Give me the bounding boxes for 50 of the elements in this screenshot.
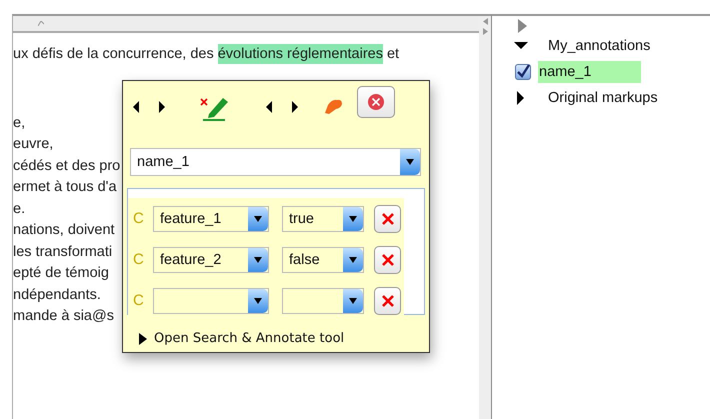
caret-icon [254, 256, 262, 262]
tree-item[interactable]: My_annotations [548, 38, 650, 54]
annotation-dropdown[interactable]: name_1 [130, 148, 421, 176]
document-text: e, [13, 114, 26, 132]
document-text: ndépendants. [13, 286, 101, 304]
delete-button[interactable] [374, 246, 401, 274]
feature-name-dropdown[interactable] [153, 288, 269, 314]
search-annotate-link[interactable]: Open Search & Annotate tool [154, 331, 344, 346]
document-text: mande à sia@s [13, 307, 114, 326]
close-icon [367, 93, 385, 111]
caret-icon [349, 256, 357, 262]
feature-marker: C [132, 251, 145, 268]
tree-item[interactable]: Original markups [548, 90, 658, 106]
delete-icon [380, 212, 394, 226]
feature-value-dropdown[interactable] [282, 288, 364, 314]
document-text: cédés et des pro [13, 156, 120, 176]
previous-icon[interactable] [133, 101, 139, 113]
document-text: e. [13, 200, 26, 218]
caret-icon [349, 298, 357, 304]
tree-item[interactable]: name_1 [538, 61, 642, 83]
feature-marker: C [132, 292, 145, 309]
feature-value-dropdown[interactable]: false [282, 246, 364, 272]
resize-icon [38, 21, 44, 26]
caret-icon [254, 216, 262, 222]
next-icon[interactable] [292, 101, 298, 113]
previous-icon[interactable] [266, 101, 272, 113]
pin-icon[interactable] [323, 97, 343, 117]
document-text: ermet à tous d'a [13, 178, 117, 197]
caret-icon [349, 216, 357, 222]
document-text: nations, doivent [13, 221, 115, 240]
feature-name-dropdown[interactable]: feature_1 [153, 206, 269, 232]
feature-marker: C [132, 210, 145, 227]
document-text: les transformati [13, 242, 112, 262]
feature-name-dropdown[interactable]: feature_2 [153, 246, 269, 272]
delete-icon [380, 252, 394, 266]
document-text: ux défis de la concurrence, des évolutions réglementaires et [13, 44, 400, 66]
caret-icon [406, 159, 414, 165]
expand-icon[interactable] [139, 332, 147, 344]
tree-root-icon[interactable] [518, 19, 527, 33]
feature-value-dropdown[interactable]: true [282, 206, 364, 232]
delete-icon [380, 294, 394, 308]
document-text: epté de témoig [13, 264, 109, 283]
delete-button[interactable] [374, 204, 401, 232]
caret-icon [254, 298, 262, 304]
delete-button[interactable] [374, 286, 401, 314]
checkbox[interactable] [515, 64, 531, 80]
next-icon[interactable] [159, 101, 165, 113]
close-button[interactable] [357, 86, 395, 118]
document-text: euvre, [13, 135, 54, 154]
collapse-icon[interactable] [482, 18, 488, 25]
